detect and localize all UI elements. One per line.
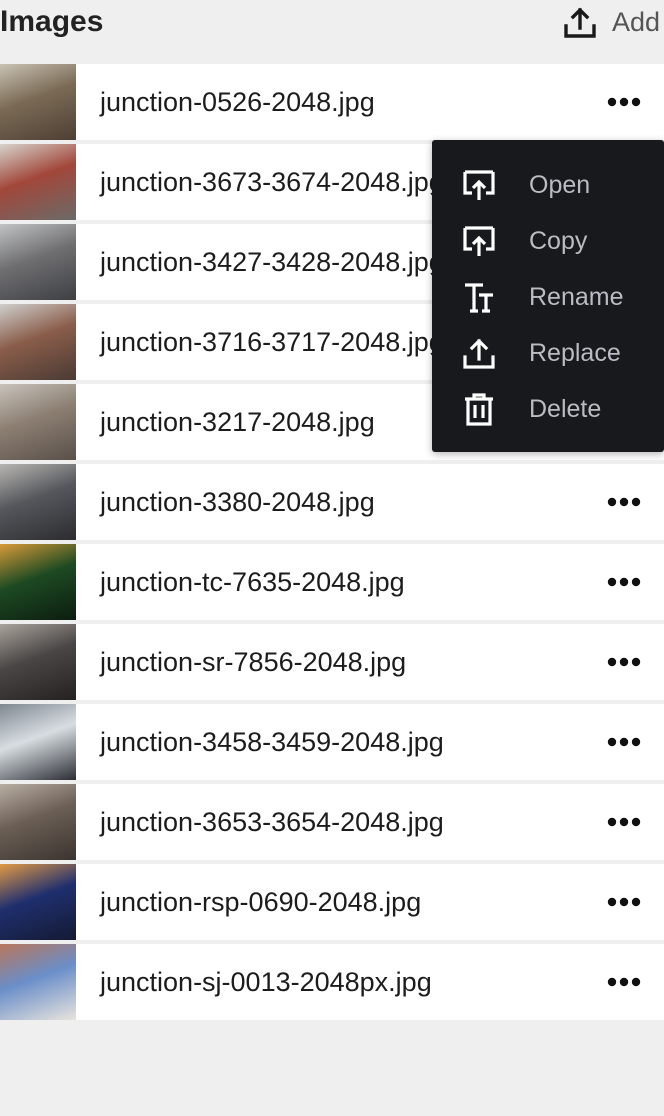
list-item[interactable]: junction-0526-2048.jpg [0, 64, 664, 140]
more-actions-button[interactable] [596, 642, 652, 682]
text-icon [465, 283, 493, 313]
more-actions-button[interactable] [596, 562, 652, 602]
file-name: junction-sr-7856-2048.jpg [100, 646, 407, 677]
thumbnail-image [0, 544, 76, 620]
list-item[interactable]: junction-3458-3459-2048.jpg [0, 704, 664, 780]
page-title: Images [0, 5, 104, 38]
thumbnail-image [0, 704, 76, 780]
list-item[interactable]: junction-rsp-0690-2048.jpg [0, 864, 664, 940]
more-horizontal-icon [607, 657, 641, 667]
file-name: junction-3217-2048.jpg [100, 406, 375, 437]
menu-item-label: Copy [529, 226, 588, 255]
menu-item-replace[interactable]: Replace [432, 325, 664, 381]
more-horizontal-icon [607, 737, 641, 747]
thumbnail-image [0, 64, 76, 140]
upload-icon [564, 7, 596, 38]
more-horizontal-icon [607, 577, 641, 587]
file-name: junction-0526-2048.jpg [100, 86, 375, 117]
file-name: junction-3380-2048.jpg [100, 486, 375, 517]
add-button[interactable]: Add [562, 2, 660, 42]
file-name: junction-3653-3654-2048.jpg [100, 806, 444, 837]
thumbnail-image [0, 144, 76, 220]
list-item[interactable]: junction-tc-7635-2048.jpg [0, 544, 664, 620]
more-actions-button[interactable] [596, 962, 652, 1002]
thumbnail-image [0, 384, 76, 460]
more-actions-button[interactable] [596, 882, 652, 922]
more-horizontal-icon [607, 497, 641, 507]
more-actions-button[interactable] [596, 482, 652, 522]
file-name: junction-3427-3428-2048.jpg [100, 246, 444, 277]
file-name: junction-3716-3717-2048.jpg [100, 326, 444, 357]
context-menu: Open Copy Rename Replace Delete [432, 140, 664, 452]
file-name: junction-tc-7635-2048.jpg [100, 566, 405, 597]
menu-item-label: Delete [529, 394, 602, 423]
thumbnail-image [0, 304, 76, 380]
file-name: junction-3673-3674-2048.jpg [100, 166, 444, 197]
header: Images Add [0, 0, 664, 60]
list-item[interactable]: junction-3653-3654-2048.jpg [0, 784, 664, 860]
menu-item-label: Open [529, 170, 591, 199]
thumbnail-image [0, 464, 76, 540]
more-horizontal-icon [607, 97, 641, 107]
more-horizontal-icon [607, 977, 641, 987]
thumbnail-image [0, 224, 76, 300]
menu-item-open[interactable]: Open [432, 157, 664, 213]
more-horizontal-icon [607, 897, 641, 907]
file-name: junction-3458-3459-2048.jpg [100, 726, 444, 757]
thumbnail-image [0, 944, 76, 1020]
list-item[interactable]: junction-sr-7856-2048.jpg [0, 624, 664, 700]
file-name: junction-rsp-0690-2048.jpg [100, 886, 422, 917]
thumbnail-image [0, 864, 76, 940]
upload-icon [463, 338, 495, 369]
more-actions-button[interactable] [596, 722, 652, 762]
open-icon [463, 170, 495, 200]
copy-icon [463, 226, 495, 256]
more-actions-button[interactable] [596, 82, 652, 122]
thumbnail-image [0, 784, 76, 860]
thumbnail-image [0, 624, 76, 700]
more-actions-button[interactable] [596, 802, 652, 842]
menu-item-delete[interactable]: Delete [432, 381, 664, 437]
list-item[interactable]: junction-sj-0013-2048px.jpg [0, 944, 664, 1020]
menu-item-label: Replace [529, 338, 621, 367]
menu-item-rename[interactable]: Rename [432, 269, 664, 325]
add-label: Add [612, 6, 661, 37]
menu-item-label: Rename [529, 282, 624, 311]
more-horizontal-icon [607, 817, 641, 827]
menu-item-copy[interactable]: Copy [432, 213, 664, 269]
trash-icon [465, 393, 493, 426]
list-item[interactable]: junction-3380-2048.jpg [0, 464, 664, 540]
file-name: junction-sj-0013-2048px.jpg [100, 966, 432, 997]
